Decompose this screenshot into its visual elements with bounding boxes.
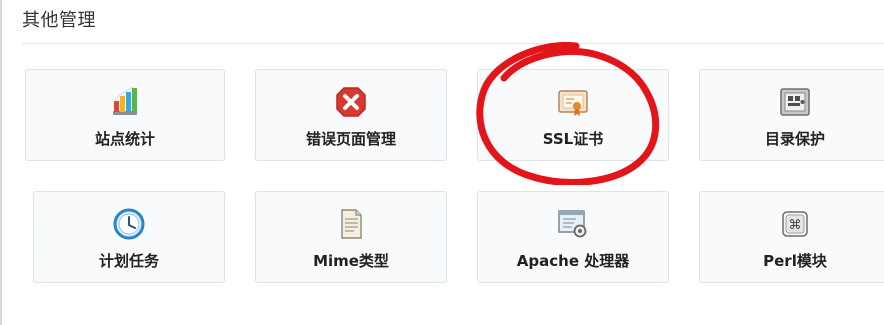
document-icon xyxy=(334,207,368,241)
tile-scheduled-tasks[interactable]: 计划任务 xyxy=(33,191,225,283)
command-key-icon: ⌘ xyxy=(778,207,812,241)
page-left-border xyxy=(0,0,2,325)
window-gear-icon xyxy=(556,207,590,241)
error-x-icon xyxy=(334,85,368,119)
tile-error-page-management[interactable]: 错误页面管理 xyxy=(255,69,447,161)
section-divider xyxy=(22,43,884,44)
tile-label: Mime类型 xyxy=(313,252,389,270)
tile-label: 站点统计 xyxy=(94,130,155,148)
tile-ssl-certificate[interactable]: SSL证书 xyxy=(477,69,669,161)
bar-chart-icon xyxy=(108,85,142,119)
other-management-page: 其他管理 站点统计 错误页面管理 SSL证书 目录保护 计划任务 Mime类型 … xyxy=(0,0,884,325)
clock-icon xyxy=(112,207,146,241)
certificate-icon xyxy=(556,85,590,119)
tile-perl-modules[interactable]: ⌘ Perl模块 xyxy=(699,191,884,283)
svg-text:⌘: ⌘ xyxy=(789,218,802,233)
tile-site-statistics[interactable]: 站点统计 xyxy=(25,69,225,161)
tile-label: 计划任务 xyxy=(98,252,159,270)
tile-label: 错误页面管理 xyxy=(305,130,396,148)
tile-mime-types[interactable]: Mime类型 xyxy=(255,191,447,283)
tile-label: Perl模块 xyxy=(763,252,827,270)
tile-label: 目录保护 xyxy=(764,130,825,148)
tile-apache-handlers[interactable]: Apache 处理器 xyxy=(477,191,669,283)
tile-directory-protection[interactable]: 目录保护 xyxy=(699,69,884,161)
tile-label: Apache 处理器 xyxy=(516,252,630,270)
tile-label: SSL证书 xyxy=(542,130,604,148)
safe-icon xyxy=(778,85,812,119)
section-title: 其他管理 xyxy=(22,10,96,31)
